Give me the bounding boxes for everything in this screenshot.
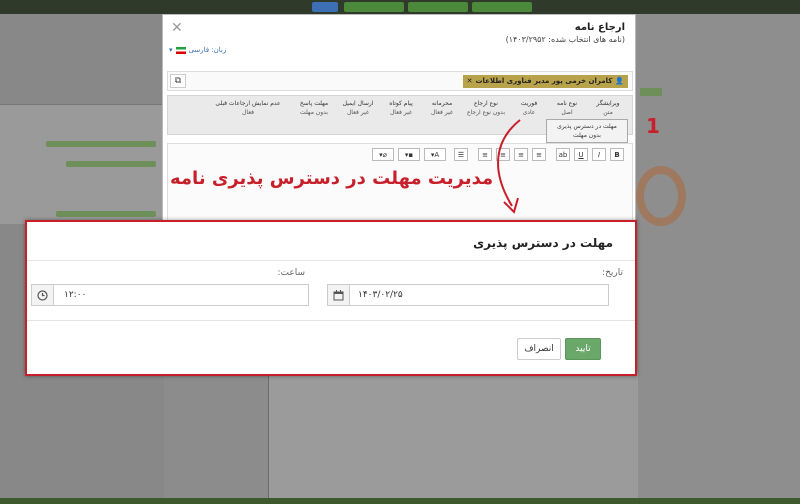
divider <box>27 320 635 321</box>
dialog-title: مهلت در دسترس پذیری <box>473 236 613 250</box>
option-label: نوع ارجاع <box>474 100 498 107</box>
list-icon[interactable]: ☰ <box>454 148 468 161</box>
app-tab <box>640 88 662 96</box>
message-line <box>56 211 156 217</box>
cancel-button[interactable]: انصراف <box>517 338 561 360</box>
language-selector[interactable]: زبان: فارسی ▾ <box>169 46 226 54</box>
option-value: غیر فعال <box>430 109 454 116</box>
status-bar <box>0 498 800 504</box>
org-chart-icon[interactable]: ⧉ <box>170 74 186 88</box>
modal-subtitle: (نامه های انتخاب شده: ۱۴۰۳/۲۹۵۲) <box>505 35 625 44</box>
option-value: غیر فعال <box>346 109 370 116</box>
strike-button[interactable]: ab <box>556 148 570 161</box>
option-letter-type[interactable]: نوع نامه اصل <box>550 99 584 117</box>
remove-icon[interactable]: ✕ <box>467 75 473 88</box>
recipient-name: کامران خرمی پور مدیر فناوری اطلاعات <box>475 77 613 85</box>
option-label: فوریت <box>520 100 538 107</box>
option-label: ویرایشگر <box>596 100 620 107</box>
align-right-icon[interactable]: ≡ <box>532 148 546 161</box>
topbar-chip <box>312 2 338 12</box>
option-confidential[interactable]: محرمانه غیر فعال <box>424 99 460 117</box>
annotation-arrow-icon <box>497 119 521 214</box>
time-label: ساعت: <box>277 268 305 278</box>
option-label: نوع نامه <box>556 100 578 107</box>
modal-title: ارجاع نامه <box>574 22 625 33</box>
message-pane <box>0 104 164 224</box>
annotation-text: مدیریت مهلت در دسترس پذیری نامه <box>170 168 494 189</box>
time-value: ۱۲:۰۰ <box>64 290 87 300</box>
availability-deadline-dialog: مهلت در دسترس پذیری تاریخ: ۱۴۰۳/۰۲/۲۵ سا… <box>25 220 637 376</box>
user-icon: 👤 <box>615 77 624 85</box>
calendar-icon[interactable] <box>328 285 350 305</box>
availability-deadline-option[interactable]: مهلت در دسترس پذیری بدون مهلت <box>546 119 628 143</box>
close-icon[interactable]: ✕ <box>171 21 183 35</box>
chevron-down-icon: ▾ <box>169 46 173 54</box>
option-label: عدم نمایش ارجاعات قبلی <box>215 100 281 107</box>
clear-format-icon[interactable]: ⌀▾ <box>372 148 394 161</box>
option-editor[interactable]: ویرایشگر متن <box>588 99 628 117</box>
app-topbar <box>0 0 800 14</box>
option-value: غیر فعال <box>389 109 413 116</box>
italic-button[interactable]: I <box>592 148 606 161</box>
recipients-field[interactable]: 👤 کامران خرمی پور مدیر فناوری اطلاعات ✕ … <box>167 71 633 91</box>
recipient-tag[interactable]: 👤 کامران خرمی پور مدیر فناوری اطلاعات ✕ <box>462 75 628 88</box>
confirm-button[interactable]: تایید <box>565 338 601 360</box>
date-value: ۱۴۰۳/۰۲/۲۵ <box>358 290 403 300</box>
time-field[interactable]: ۱۲:۰۰ <box>31 284 309 306</box>
text-color-icon[interactable]: A▾ <box>424 148 446 161</box>
topbar-chip <box>408 2 468 12</box>
iran-flag-icon <box>175 46 186 54</box>
option-label: مهلت در دسترس پذیری <box>557 123 617 130</box>
letter-preview <box>268 372 638 504</box>
language-label: زبان: فارسی <box>188 46 227 54</box>
message-line <box>46 141 156 147</box>
option-value: فعال <box>242 109 254 116</box>
option-reply-deadline[interactable]: مهلت پاسخ بدون مهلت <box>294 99 334 117</box>
step-marker: 1 <box>646 114 660 138</box>
option-value: اصل <box>561 109 573 116</box>
company-logo <box>636 166 686 226</box>
option-label: پیام کوتاه <box>389 100 413 107</box>
option-label: ارسال ایمیل <box>342 100 374 107</box>
clock-icon[interactable] <box>32 285 54 305</box>
topbar-chip <box>344 2 404 12</box>
option-sms[interactable]: پیام کوتاه غیر فعال <box>382 99 420 117</box>
bold-button[interactable]: B <box>610 148 624 161</box>
date-field[interactable]: ۱۴۰۳/۰۲/۲۵ <box>327 284 609 306</box>
option-value: متن <box>603 109 613 116</box>
option-email[interactable]: ارسال ایمیل غیر فعال <box>338 99 378 117</box>
topbar-chip <box>472 2 532 12</box>
highlight-icon[interactable]: ▪▾ <box>398 148 420 161</box>
message-line <box>66 161 156 167</box>
option-label: محرمانه <box>431 100 453 107</box>
option-hide-previous[interactable]: عدم نمایش ارجاعات قبلی فعال <box>206 99 290 117</box>
option-value: بدون مهلت <box>300 109 328 116</box>
date-label: تاریخ: <box>602 268 623 278</box>
underline-button[interactable]: U <box>574 148 588 161</box>
option-value: بدون مهلت <box>573 132 601 139</box>
option-label: مهلت پاسخ <box>299 100 329 107</box>
divider <box>27 260 635 261</box>
